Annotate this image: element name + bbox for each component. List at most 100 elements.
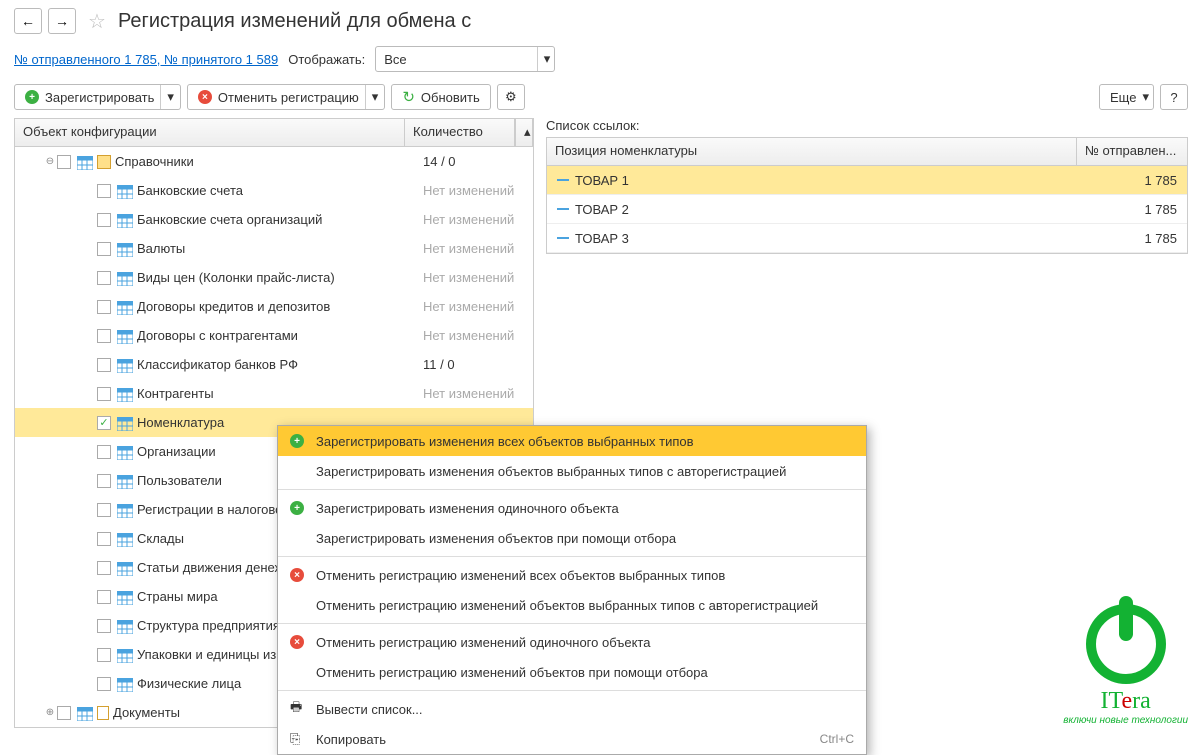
page-title: Регистрация изменений для обмена с — [118, 10, 471, 33]
item-icon — [557, 237, 569, 239]
checkbox[interactable] — [97, 561, 111, 575]
cross-icon: × — [198, 90, 212, 104]
tree-row[interactable]: КонтрагентыНет изменений — [15, 379, 533, 408]
item-icon — [557, 208, 569, 210]
item-number: 1 785 — [1077, 173, 1187, 188]
help-button[interactable]: ? — [1160, 84, 1188, 110]
menu-item-label: Зарегистрировать изменения всех объектов… — [316, 434, 854, 449]
checkbox[interactable] — [97, 242, 111, 256]
checkbox[interactable] — [97, 474, 111, 488]
register-label: Зарегистрировать — [45, 90, 154, 105]
table-icon — [117, 242, 133, 256]
table-row[interactable]: ТОВАР 21 785 — [547, 195, 1187, 224]
tree-item-count: Нет изменений — [423, 328, 533, 343]
catalog-icon — [97, 155, 111, 169]
back-button[interactable]: ← — [14, 8, 42, 34]
menu-item[interactable]: Отменить регистрацию изменений объектов … — [278, 590, 866, 620]
tree-row[interactable]: ВалютыНет изменений — [15, 234, 533, 263]
cross-icon: × — [290, 568, 304, 582]
checkbox[interactable] — [97, 213, 111, 227]
document-icon — [97, 706, 109, 720]
table-icon — [117, 213, 133, 227]
checkbox[interactable] — [97, 184, 111, 198]
tree-item-label: Валюты — [137, 241, 423, 256]
more-button[interactable]: Еще ▾ — [1099, 84, 1154, 110]
links-table: Позиция номенклатуры № отправлен... ТОВА… — [546, 137, 1188, 254]
expand-icon[interactable]: ⊕ — [43, 707, 57, 718]
menu-item[interactable]: 🖶Вывести список... — [278, 694, 866, 724]
checkbox[interactable] — [57, 155, 71, 169]
col-header-position[interactable]: Позиция номенклатуры — [547, 138, 1077, 165]
register-button[interactable]: + Зарегистрировать ▾ — [14, 84, 181, 110]
menu-item[interactable]: ×Отменить регистрацию изменений всех объ… — [278, 560, 866, 590]
tree-item-label: Банковские счета — [137, 183, 423, 198]
menu-item-label: Зарегистрировать изменения объектов при … — [316, 531, 854, 546]
menu-item[interactable]: Зарегистрировать изменения объектов при … — [278, 523, 866, 553]
forward-button[interactable]: → — [48, 8, 76, 34]
checkbox[interactable] — [97, 387, 111, 401]
table-icon — [117, 445, 133, 459]
item-name: ТОВАР 3 — [575, 231, 629, 246]
gear-icon: ⚙ — [505, 89, 517, 105]
collapse-icon[interactable]: ⊖ — [43, 156, 57, 167]
logo: ITera включи новые технологии — [1063, 604, 1188, 726]
checkbox[interactable] — [97, 300, 111, 314]
tree-item-count: 14 / 0 — [423, 154, 533, 169]
chevron-down-icon[interactable]: ▾ — [365, 85, 385, 109]
menu-item[interactable]: +Зарегистрировать изменения всех объекто… — [278, 426, 866, 456]
settings-button[interactable]: ⚙ — [497, 84, 525, 110]
tree-row[interactable]: Банковские счета организацийНет изменени… — [15, 205, 533, 234]
checkbox[interactable] — [97, 532, 111, 546]
menu-item[interactable]: + Зарегистрировать изменения одиночного о… — [278, 493, 866, 523]
checkbox[interactable] — [97, 271, 111, 285]
table-icon — [117, 590, 133, 604]
checkbox[interactable] — [97, 329, 111, 343]
checkbox[interactable] — [97, 648, 111, 662]
table-row[interactable]: ТОВАР 11 785 — [547, 166, 1187, 195]
item-icon — [557, 179, 569, 181]
menu-item[interactable]: Отменить регистрацию изменений объектов … — [278, 657, 866, 687]
checkbox[interactable]: ✓ — [97, 416, 111, 430]
menu-item[interactable]: Зарегистрировать изменения объектов выбр… — [278, 456, 866, 486]
checkbox[interactable] — [97, 677, 111, 691]
cancel-register-button[interactable]: × Отменить регистрацию ▾ — [187, 84, 385, 110]
checkbox[interactable] — [97, 358, 111, 372]
menu-item-label: Отменить регистрацию изменений объектов … — [316, 665, 854, 680]
table-row[interactable]: ТОВАР 31 785 — [547, 224, 1187, 253]
checkbox[interactable] — [97, 503, 111, 517]
tree-row[interactable]: Классификатор банков РФ11 / 0 — [15, 350, 533, 379]
favorite-icon[interactable]: ☆ — [88, 9, 106, 34]
tree-row[interactable]: Договоры с контрагентамиНет изменений — [15, 321, 533, 350]
table-icon — [117, 474, 133, 488]
menu-item-label: Отменить регистрацию изменений объектов … — [316, 598, 854, 613]
tree-item-count: Нет изменений — [423, 386, 533, 401]
checkbox[interactable] — [57, 706, 71, 720]
col-header-sent[interactable]: № отправлен... — [1077, 138, 1187, 165]
tree-item-count: Нет изменений — [423, 212, 533, 227]
tree-row[interactable]: Договоры кредитов и депозитовНет изменен… — [15, 292, 533, 321]
tree-item-count: 11 / 0 — [423, 357, 533, 372]
menu-item[interactable]: ×Отменить регистрацию изменений одиночно… — [278, 627, 866, 657]
checkbox[interactable] — [97, 619, 111, 633]
checkbox[interactable] — [97, 590, 111, 604]
chevron-down-icon: ▾ — [1142, 89, 1149, 105]
refresh-button[interactable]: ↻ Обновить — [391, 84, 490, 110]
menu-item[interactable]: ⎘КопироватьCtrl+C — [278, 724, 866, 754]
menu-item-label: Зарегистрировать изменения одиночного об… — [316, 501, 854, 516]
logo-subtitle: включи новые технологии — [1063, 715, 1188, 726]
tree-row[interactable]: ⊖Справочники14 / 0 — [15, 147, 533, 176]
chevron-down-icon[interactable]: ▾ — [160, 85, 180, 109]
display-select[interactable]: Все ▾ — [375, 46, 555, 72]
plus-icon: + — [290, 501, 304, 515]
tree-row[interactable]: Банковские счетаНет изменений — [15, 176, 533, 205]
exchange-numbers-link[interactable]: № отправленного 1 785, № принятого 1 589 — [14, 52, 278, 67]
display-label: Отображать: — [288, 52, 365, 67]
cross-icon: × — [290, 635, 304, 649]
tree-row[interactable]: Виды цен (Колонки прайс-листа)Нет измене… — [15, 263, 533, 292]
col-header-count[interactable]: Количество — [405, 119, 515, 146]
table-icon — [117, 677, 133, 691]
col-header-config[interactable]: Объект конфигурации — [15, 119, 405, 146]
table-icon — [77, 155, 93, 169]
checkbox[interactable] — [97, 445, 111, 459]
table-icon — [117, 184, 133, 198]
